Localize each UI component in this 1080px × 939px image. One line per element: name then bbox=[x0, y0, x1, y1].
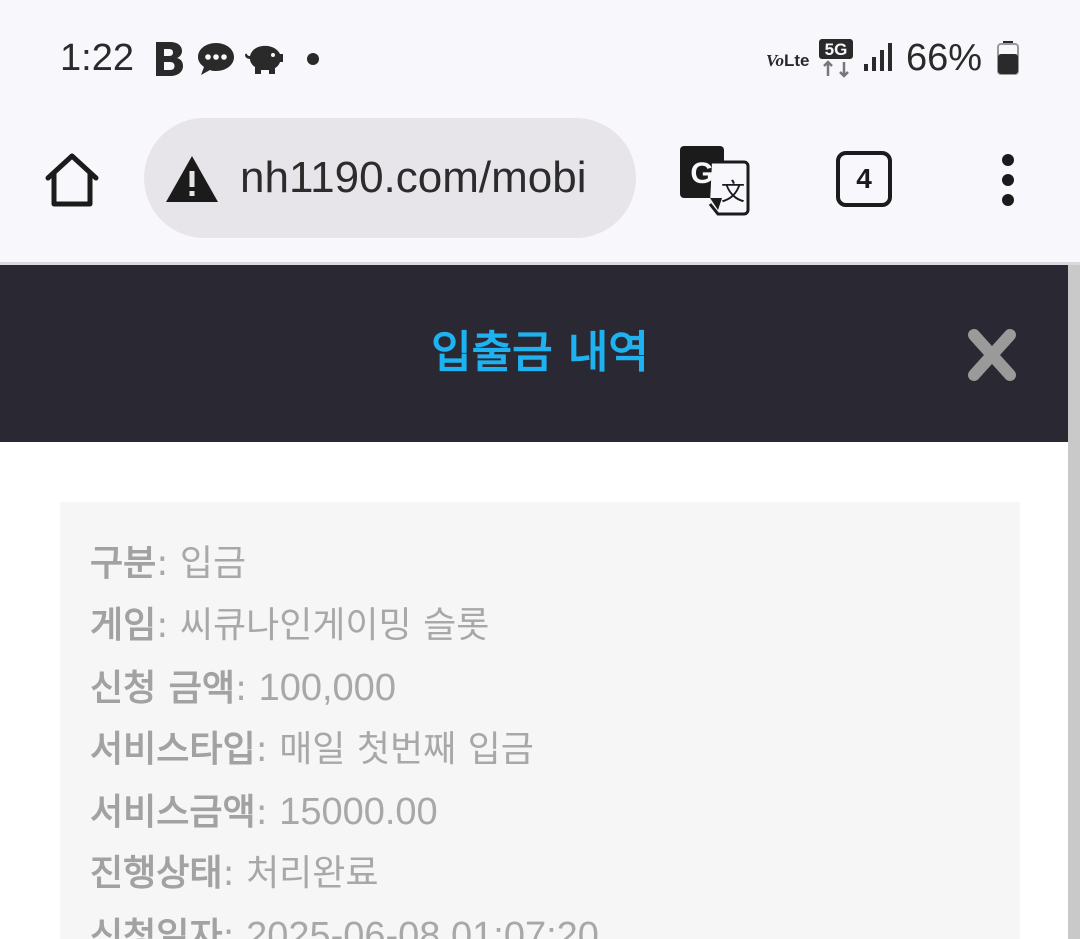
page-title: 입출금 내역 bbox=[431, 327, 649, 378]
tab-switcher-button[interactable]: 4 bbox=[836, 151, 892, 207]
svg-text:Lte: Lte bbox=[784, 51, 810, 70]
detail-value: 15000.00 bbox=[279, 791, 438, 833]
warning-icon bbox=[166, 156, 218, 202]
transaction-detail-card: 구분: 입금 게임: 씨큐나인게이밍 슬롯 신청 금액: 100,000 서비스… bbox=[60, 502, 1020, 939]
detail-value: 씨큐나인게이밍 슬롯 bbox=[179, 605, 490, 646]
detail-row-request-date: 신청일자: 2025-06-08 01:07:20 bbox=[90, 908, 599, 939]
detail-value: 매일 첫번째 입금 bbox=[279, 729, 534, 770]
battery-percent: 66% bbox=[906, 37, 983, 79]
detail-label: 진행상태 bbox=[90, 853, 223, 894]
detail-separator: : bbox=[255, 729, 280, 770]
detail-separator: : bbox=[222, 916, 247, 939]
page-scrollbar[interactable] bbox=[1068, 265, 1080, 939]
detail-value: 처리완료 bbox=[246, 853, 379, 894]
close-icon[interactable] bbox=[962, 327, 1022, 383]
detail-separator: : bbox=[235, 668, 259, 709]
detail-separator: : bbox=[156, 605, 180, 646]
piggy-bank-icon bbox=[245, 45, 283, 74]
detail-separator: : bbox=[255, 792, 280, 833]
detail-label: 서비스타입 bbox=[90, 729, 256, 770]
chat-bubble-icon bbox=[198, 43, 234, 75]
detail-value: 2025-06-08 01:07:20 bbox=[246, 915, 599, 939]
home-icon[interactable] bbox=[40, 148, 104, 212]
detail-value: 입금 bbox=[179, 543, 247, 584]
detail-row-service-amount: 서비스금액: 15000.00 bbox=[90, 784, 438, 840]
detail-label: 신청일자 bbox=[90, 916, 223, 939]
5g-data-icon: 5G bbox=[819, 39, 853, 78]
svg-text:Vo: Vo bbox=[766, 51, 784, 70]
notification-dot-icon bbox=[307, 53, 319, 65]
more-vert-icon[interactable] bbox=[990, 150, 1026, 210]
detail-row-service-type: 서비스타입: 매일 첫번째 입금 bbox=[90, 722, 534, 778]
detail-label: 게임 bbox=[90, 605, 157, 646]
detail-value: 100,000 bbox=[258, 667, 396, 709]
detail-label: 서비스금액 bbox=[90, 792, 256, 833]
signal-icon bbox=[864, 43, 892, 71]
detail-label: 구분 bbox=[90, 543, 157, 584]
detail-row-amount: 신청 금액: 100,000 bbox=[90, 660, 396, 716]
detail-row-type: 구분: 입금 bbox=[90, 536, 246, 592]
address-bar[interactable]: nh1190.com/mobi bbox=[144, 118, 636, 238]
svg-text:文: 文 bbox=[721, 178, 745, 206]
detail-separator: : bbox=[222, 853, 247, 894]
status-time: 1:22 bbox=[60, 37, 134, 79]
volte-icon: Vo Lte bbox=[766, 51, 810, 70]
detail-row-status: 진행상태: 처리완료 bbox=[90, 846, 379, 902]
page-header: 입출금 내역 bbox=[0, 265, 1068, 442]
detail-label: 신청 금액 bbox=[90, 668, 236, 709]
detail-row-game: 게임: 씨큐나인게이밍 슬롯 bbox=[90, 598, 489, 654]
network-type-label: 5G bbox=[825, 40, 848, 59]
svg-text:G: G bbox=[690, 157, 713, 190]
battery-icon bbox=[997, 41, 1019, 75]
translate-icon[interactable]: G 文 bbox=[678, 144, 750, 216]
status-bar: 1:22 Vo Lte 5G 66% bbox=[0, 0, 1080, 118]
b-app-icon bbox=[156, 42, 183, 76]
url-text: nh1190.com/mobi bbox=[240, 153, 587, 202]
detail-separator: : bbox=[156, 543, 180, 584]
